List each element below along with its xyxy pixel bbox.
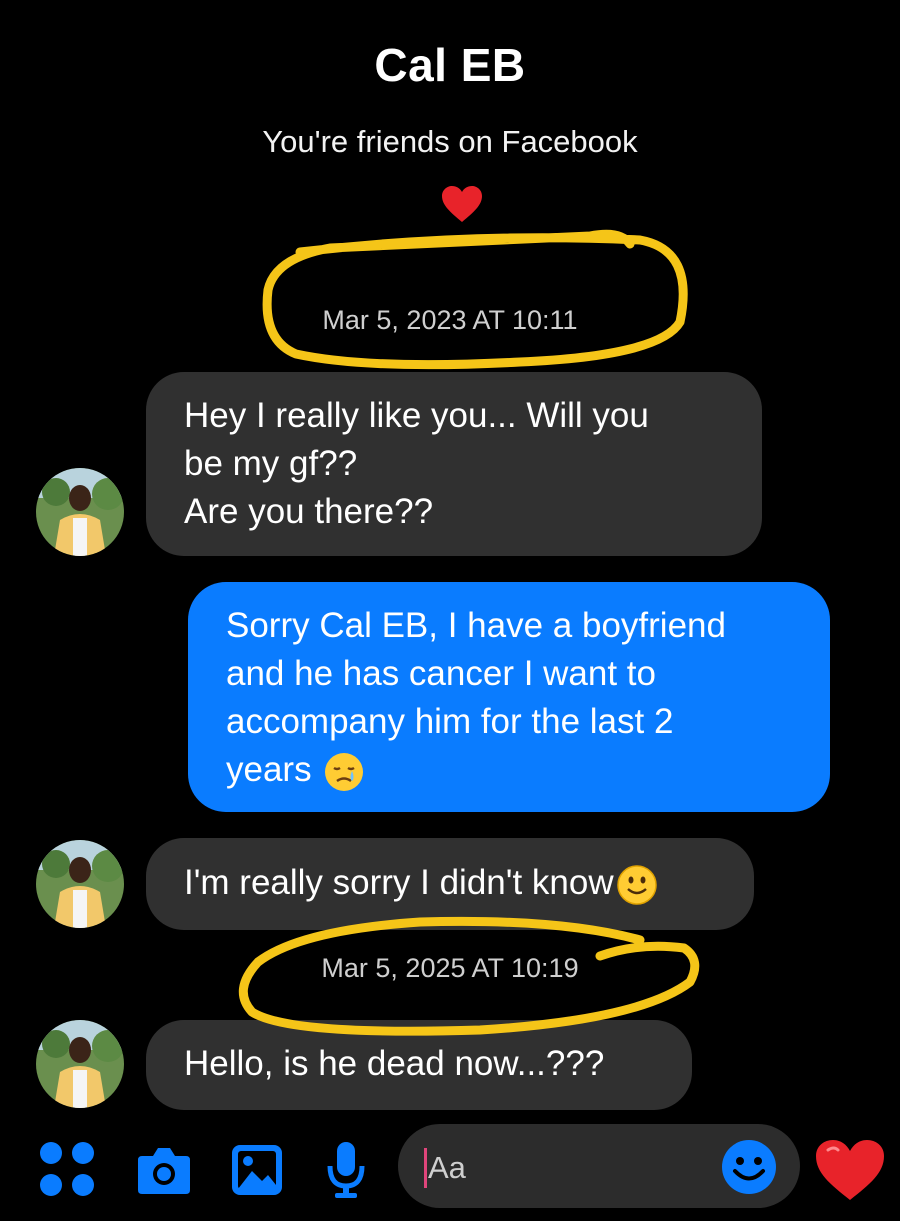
incoming-message[interactable]: Hey I really like you... Will you be my … (146, 372, 762, 556)
apps-grid-icon[interactable] (38, 1140, 96, 1198)
message-line: and he has cancer I want to (226, 654, 656, 693)
camera-icon[interactable] (136, 1144, 192, 1196)
message-text: years (226, 750, 312, 789)
message-input-placeholder: Aa (428, 1150, 466, 1185)
incoming-message[interactable]: I'm really sorry I didn't know (146, 838, 754, 930)
timestamp: Mar 5, 2025 AT 10:19 (321, 953, 579, 983)
avatar[interactable] (36, 840, 124, 928)
emoji-icon[interactable] (720, 1138, 778, 1196)
message-line: Sorry Cal EB, I have a boyfriend (226, 606, 726, 645)
message-line: Are you there?? (184, 492, 434, 531)
timestamp: Mar 5, 2023 AT 10:11 (322, 305, 578, 335)
message-text: I'm really sorry I didn't know (184, 863, 614, 902)
message-line: be my gf?? (184, 444, 358, 483)
message-line: years (226, 746, 792, 794)
avatar[interactable] (36, 468, 124, 556)
smiley-face-icon (616, 864, 658, 906)
text-cursor (424, 1148, 427, 1188)
contact-name: Cal EB (374, 39, 526, 91)
heart-icon (440, 184, 484, 224)
outgoing-message[interactable]: Sorry Cal EB, I have a boyfriend and he … (188, 582, 830, 812)
like-heart-icon[interactable] (812, 1136, 888, 1204)
avatar[interactable] (36, 1020, 124, 1108)
microphone-icon[interactable] (326, 1140, 366, 1200)
message-line: Hey I really like you... Will you (184, 396, 649, 435)
incoming-message[interactable]: Hello, is he dead now...??? (146, 1020, 692, 1110)
message-line: I'm really sorry I didn't know (184, 859, 658, 907)
message-line: accompany him for the last 2 (226, 702, 674, 741)
message-text: Hello, is he dead now...??? (184, 1044, 605, 1083)
sad-face-icon (323, 751, 365, 793)
gallery-icon[interactable] (230, 1143, 284, 1197)
friendship-status: You're friends on Facebook (262, 124, 638, 159)
